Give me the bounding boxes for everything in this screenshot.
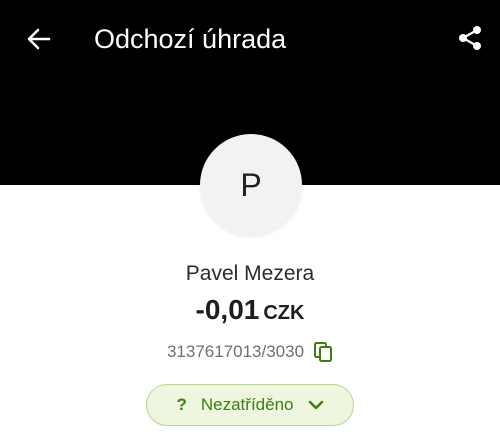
copy-icon bbox=[314, 342, 333, 362]
copy-account-button[interactable] bbox=[313, 341, 333, 363]
amount-currency: CZK bbox=[263, 302, 305, 324]
amount: -0,01 CZK bbox=[0, 294, 500, 326]
avatar-letter: P bbox=[240, 166, 262, 203]
arrow-left-icon bbox=[27, 28, 51, 50]
category-label: Nezatříděno bbox=[200, 395, 294, 414]
chevron-down-icon bbox=[308, 399, 324, 411]
share-button[interactable] bbox=[450, 18, 490, 58]
account-row: 3137617013/3030 bbox=[0, 341, 500, 363]
question-icon: ? bbox=[176, 395, 187, 414]
share-icon bbox=[459, 26, 481, 50]
back-button[interactable] bbox=[18, 20, 58, 58]
page-title: Odchozí úhrada bbox=[94, 24, 287, 54]
avatar: P bbox=[200, 134, 302, 236]
counterparty-name: Pavel Mezera bbox=[185, 262, 315, 285]
category-chip[interactable]: ? Nezatříděno bbox=[146, 384, 354, 426]
amount-value: -0,01 bbox=[195, 294, 260, 325]
account-number: 3137617013/3030 bbox=[166, 342, 305, 361]
